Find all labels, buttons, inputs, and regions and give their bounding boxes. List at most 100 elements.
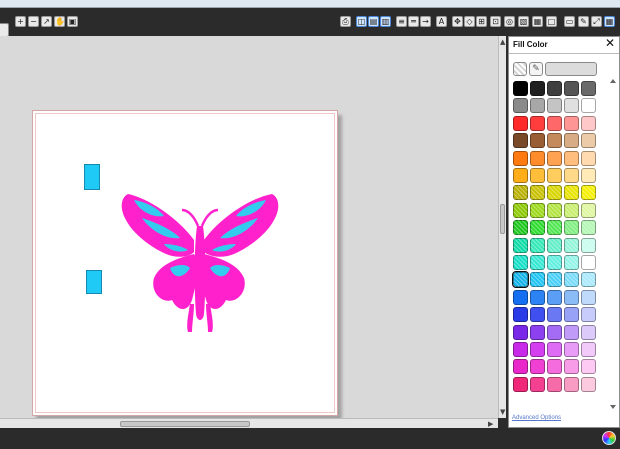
color-swatch[interactable] — [530, 81, 545, 96]
zoom-out-icon[interactable]: − — [28, 16, 39, 27]
color-swatch[interactable] — [547, 220, 562, 236]
color-swatch[interactable] — [581, 81, 596, 96]
panel-scrollbar[interactable] — [609, 79, 617, 409]
color-swatch[interactable] — [530, 202, 545, 218]
color-swatch[interactable] — [513, 255, 528, 270]
color-swatch[interactable] — [547, 272, 562, 288]
shape-icon[interactable]: ◇ — [464, 16, 475, 27]
color-swatch[interactable] — [564, 185, 579, 201]
color-swatch[interactable] — [564, 150, 579, 166]
color-swatch[interactable] — [581, 272, 596, 288]
color-swatch[interactable] — [564, 81, 579, 96]
close-icon[interactable]: ✕ — [605, 37, 615, 49]
line-style-icon[interactable]: ═ — [408, 16, 419, 27]
color-swatch[interactable] — [564, 272, 579, 288]
color-swatch[interactable] — [547, 237, 562, 253]
scroll-up-icon[interactable]: ▲ — [500, 38, 505, 46]
color-swatch[interactable] — [564, 115, 579, 131]
color-swatch[interactable] — [581, 133, 596, 149]
color-swatch[interactable] — [530, 324, 545, 340]
color-swatch[interactable] — [547, 185, 562, 201]
color-swatch[interactable] — [547, 133, 562, 149]
color-swatch[interactable] — [581, 237, 596, 253]
color-swatch[interactable] — [530, 272, 545, 288]
color-swatch[interactable] — [547, 255, 562, 270]
color-swatch[interactable] — [581, 185, 596, 201]
hand-icon[interactable]: ✋ — [54, 16, 65, 27]
vertical-scrollbar[interactable]: ▲ ▼ — [498, 36, 506, 418]
color-swatch[interactable] — [530, 115, 545, 131]
color-swatch[interactable] — [513, 307, 528, 323]
color-swatch[interactable] — [513, 376, 528, 392]
color-swatch[interactable] — [581, 150, 596, 166]
eyedropper-icon[interactable]: ✎ — [529, 62, 543, 76]
pencil-icon[interactable]: ✎ — [578, 16, 589, 27]
color-swatch[interactable] — [547, 376, 562, 392]
color-swatch[interactable] — [513, 150, 528, 166]
collapse-left-handle[interactable] — [0, 23, 9, 37]
color-swatch[interactable] — [547, 359, 562, 375]
color-swatch[interactable] — [581, 168, 596, 183]
color-swatch[interactable] — [530, 168, 545, 183]
color-swatch[interactable] — [581, 289, 596, 305]
color-swatch[interactable] — [513, 359, 528, 375]
color-swatch[interactable] — [530, 133, 545, 149]
line-icon[interactable]: ≡ — [396, 16, 407, 27]
butterfly-shape[interactable] — [118, 188, 282, 334]
color-swatch[interactable] — [581, 324, 596, 340]
color-swatch[interactable] — [530, 289, 545, 305]
color-swatch[interactable] — [564, 289, 579, 305]
layout-icon[interactable]: ▤ — [368, 16, 379, 27]
color-swatch[interactable] — [547, 324, 562, 340]
rectangle-shape-bottom[interactable] — [86, 270, 102, 294]
color-swatch[interactable] — [513, 81, 528, 96]
stroke-icon[interactable]: ▦ — [532, 16, 543, 27]
color-swatch[interactable] — [547, 342, 562, 357]
panel-icon[interactable]: ▥ — [380, 16, 391, 27]
color-swatch[interactable] — [564, 220, 579, 236]
fill-icon[interactable]: ▧ — [518, 16, 529, 27]
vertical-scroll-thumb[interactable] — [500, 204, 505, 234]
color-swatch[interactable] — [513, 133, 528, 149]
rectangle-shape-top[interactable] — [84, 164, 100, 190]
view-icon[interactable]: ◫ — [356, 16, 367, 27]
color-swatch[interactable] — [564, 168, 579, 183]
text-icon[interactable]: A — [436, 16, 447, 27]
color-swatch[interactable] — [581, 202, 596, 218]
printer-icon[interactable]: ⎙ — [340, 16, 351, 27]
color-swatch[interactable] — [530, 220, 545, 236]
weld-icon[interactable]: ⊞ — [476, 16, 487, 27]
color-swatch[interactable] — [513, 115, 528, 131]
node-icon[interactable]: ✥ — [452, 16, 463, 27]
color-swatch[interactable] — [512, 271, 529, 289]
color-wheel-icon[interactable] — [602, 431, 616, 445]
horizontal-scroll-thumb[interactable] — [120, 421, 250, 427]
page-icon[interactable]: □ — [546, 16, 557, 27]
scroll-right-icon[interactable]: ▶ — [488, 420, 493, 428]
color-swatch[interactable] — [564, 98, 579, 114]
color-swatch[interactable] — [581, 115, 596, 131]
color-swatch[interactable] — [547, 202, 562, 218]
design-canvas[interactable] — [0, 36, 498, 418]
color-swatch[interactable] — [564, 376, 579, 392]
color-swatch[interactable] — [530, 307, 545, 323]
scroll-down-icon[interactable]: ▼ — [500, 408, 505, 416]
color-swatch[interactable] — [547, 81, 562, 96]
color-swatch[interactable] — [564, 359, 579, 375]
current-color-swatch[interactable] — [545, 62, 597, 76]
color-swatch[interactable] — [564, 255, 579, 270]
color-swatch[interactable] — [581, 255, 596, 270]
color-swatch[interactable] — [513, 237, 528, 253]
color-swatch[interactable] — [564, 324, 579, 340]
layers-icon[interactable]: ◎ — [504, 16, 515, 27]
page-settings-icon[interactable]: ▭ — [564, 16, 575, 27]
color-swatch[interactable] — [581, 98, 596, 114]
color-swatch[interactable] — [547, 307, 562, 323]
color-swatch[interactable] — [530, 376, 545, 392]
fit-page-icon[interactable]: ▣ — [67, 16, 78, 27]
color-swatch[interactable] — [581, 376, 596, 392]
color-swatch[interactable] — [530, 255, 545, 270]
color-swatch[interactable] — [513, 324, 528, 340]
color-swatch[interactable] — [581, 359, 596, 375]
color-swatch[interactable] — [581, 342, 596, 357]
